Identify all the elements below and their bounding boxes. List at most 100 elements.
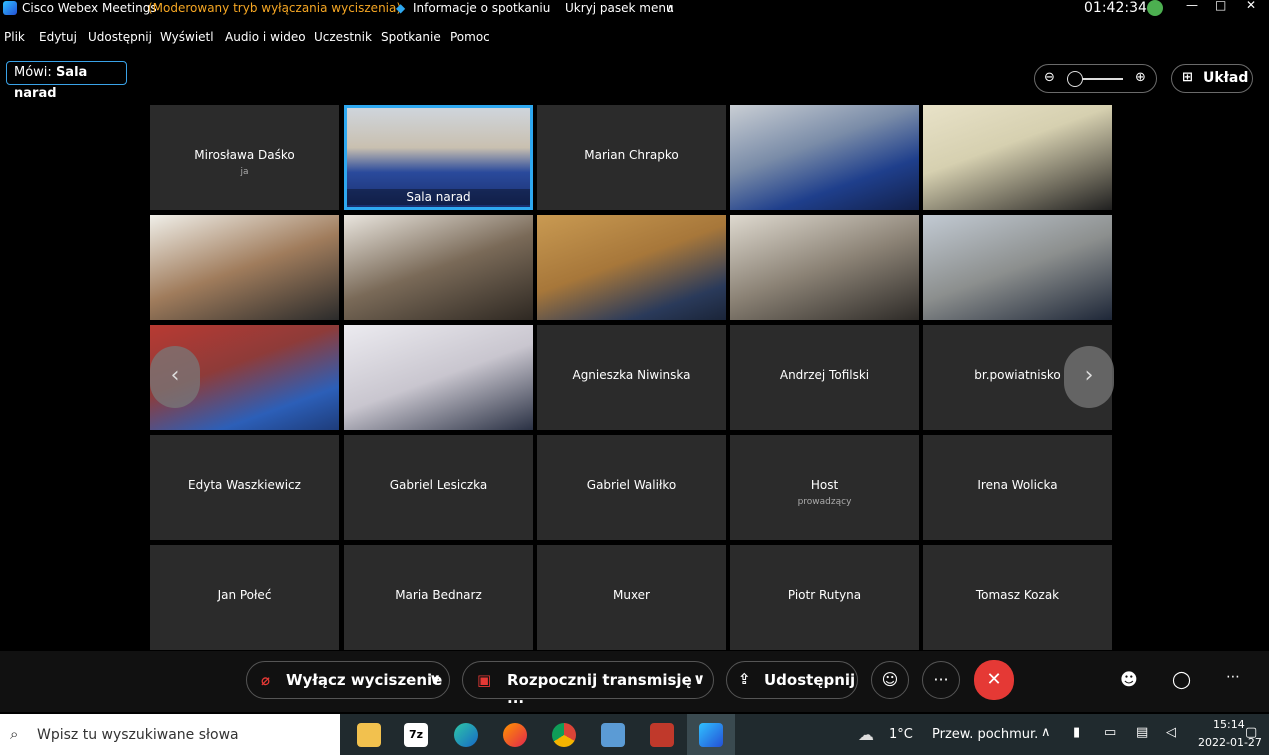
start-video-button[interactable]: ▣ Rozpocznij transmisję ... ∨	[462, 661, 714, 707]
menu-item-uczestnik[interactable]: Uczestnik	[314, 30, 372, 44]
participant-name: Agnieszka Niwinska	[572, 368, 691, 382]
zoom-control: ⊖ ⊕	[1034, 64, 1157, 93]
participant-tile[interactable]: Edyta Waszkiewicz	[150, 435, 339, 540]
participant-tile[interactable]: Andrzej Tofilski	[730, 325, 919, 430]
search-icon: ⌕	[10, 725, 19, 743]
participant-tile[interactable]	[344, 215, 533, 320]
active-speaker-indicator: Mówi: Sala narad	[6, 61, 127, 101]
participant-name: Host	[810, 478, 839, 492]
participant-tile[interactable]	[344, 325, 533, 430]
participant-tile[interactable]: Maria Bednarz	[344, 545, 533, 650]
participant-role: ja	[240, 167, 249, 177]
chat-icon[interactable]: ◯	[1172, 670, 1191, 690]
menu-item-udostepnij[interactable]: Udostępnij	[88, 30, 152, 44]
leave-meeting-button[interactable]: ✕	[974, 660, 1014, 700]
menu-item-spotkanie[interactable]: Spotkanie	[381, 30, 441, 44]
taskbar-time[interactable]: 15:14	[1213, 718, 1245, 731]
participant-name: Edyta Waszkiewicz	[188, 478, 301, 492]
layout-button-label: Układ	[1203, 70, 1249, 86]
windows-taskbar: ⌕ Wpisz tu wyszukiwane słowa 7z ☁ 1°C Pr…	[0, 714, 1269, 755]
menu-item-edytuj[interactable]: Edytuj	[39, 30, 77, 44]
participant-video	[923, 105, 1112, 210]
participant-tile[interactable]: Tomasz Kozak	[923, 545, 1112, 650]
participant-tile[interactable]: Gabriel Lesiczka	[344, 435, 533, 540]
layout-button[interactable]: ⊞ Układ	[1171, 64, 1253, 93]
participant-name: Andrzej Tofilski	[779, 368, 870, 382]
participant-tile[interactable]	[537, 215, 726, 320]
share-label: Udostępnij	[764, 671, 856, 689]
participant-video	[344, 215, 533, 320]
7zip-icon[interactable]: 7z	[404, 723, 428, 747]
weather-temp[interactable]: 1°C	[889, 727, 913, 742]
emoji-icon: ☺	[881, 670, 899, 689]
meeting-info-link[interactable]: Informacje o spotkaniu	[413, 1, 550, 15]
cloud-icon[interactable]: ☁	[858, 725, 874, 744]
menu-item-plik[interactable]: Plik	[4, 30, 25, 44]
participant-tile[interactable]: Muxer	[537, 545, 726, 650]
chevron-up-icon[interactable]: ∧	[666, 1, 675, 15]
participant-tile[interactable]	[150, 215, 339, 320]
participant-tile[interactable]: Irena Wolicka	[923, 435, 1112, 540]
participant-tile[interactable]: Sala narad	[344, 105, 533, 210]
connection-signal-icon[interactable]	[1147, 0, 1163, 16]
participant-tile[interactable]	[730, 215, 919, 320]
webex-taskbar-item[interactable]	[687, 714, 735, 755]
zoom-out-icon[interactable]: ⊖	[1044, 70, 1055, 85]
minimize-icon[interactable]: —	[1186, 0, 1198, 12]
app-red-icon[interactable]	[650, 723, 674, 747]
menu-item-pomoc[interactable]: Pomoc	[450, 30, 490, 44]
participant-name: Gabriel Waliłko	[586, 478, 677, 492]
more-panels-icon[interactable]: ⋯	[1226, 669, 1240, 685]
battery-icon[interactable]: ▭	[1104, 725, 1116, 740]
file-explorer-icon[interactable]	[357, 723, 381, 747]
chevron-down-icon[interactable]: ∨	[429, 670, 441, 688]
participant-name: Sala narad	[347, 189, 530, 205]
maximize-icon[interactable]: □	[1215, 0, 1226, 12]
participant-name: Tomasz Kozak	[975, 588, 1060, 602]
previous-page-button[interactable]: ‹	[150, 346, 200, 408]
participants-icon[interactable]: ☻	[1120, 670, 1138, 690]
participant-tile[interactable]	[730, 105, 919, 210]
microphone-icon[interactable]: ▮	[1073, 725, 1080, 740]
participant-tile[interactable]: Gabriel Waliłko	[537, 435, 726, 540]
zoom-slider-handle[interactable]	[1067, 71, 1083, 87]
mail-icon[interactable]	[601, 723, 625, 747]
participant-tile[interactable]: Agnieszka Niwinska	[537, 325, 726, 430]
chevron-down-icon[interactable]: ∨	[693, 670, 705, 688]
participant-tile[interactable]: Jan Połeć	[150, 545, 339, 650]
webex-icon	[699, 723, 723, 747]
firefox-icon[interactable]	[503, 723, 527, 747]
moderated-mode-label: (Moderowany tryb wyłączania wyciszenia)	[148, 1, 402, 15]
taskbar-search-box[interactable]: ⌕ Wpisz tu wyszukiwane słowa	[0, 714, 340, 755]
participant-name: Maria Bednarz	[395, 588, 482, 602]
participant-tile[interactable]: Marian Chrapko	[537, 105, 726, 210]
unmute-button[interactable]: ⌀ Wyłącz wyciszenie ∨	[246, 661, 450, 699]
chevron-right-icon: ›	[1084, 363, 1094, 388]
chevron-up-icon[interactable]: ∧	[1041, 725, 1051, 740]
participant-tile[interactable]: Host prowadzący	[730, 435, 919, 540]
close-icon[interactable]: ✕	[1246, 0, 1256, 12]
menu-item-wyswietl[interactable]: Wyświetl	[160, 30, 214, 44]
volume-icon[interactable]: ◁	[1166, 725, 1176, 740]
chrome-icon[interactable]	[552, 723, 576, 747]
share-button[interactable]: ⇪ Udostępnij	[726, 661, 858, 699]
unmute-label: Wyłącz wyciszenie	[286, 671, 443, 689]
edge-icon[interactable]	[454, 723, 478, 747]
zoom-in-icon[interactable]: ⊕	[1135, 70, 1146, 85]
notifications-icon[interactable]: ▢	[1245, 725, 1257, 740]
hide-menu-button[interactable]: Ukryj pasek menu	[565, 1, 674, 15]
network-icon[interactable]: ▤	[1136, 725, 1148, 740]
reactions-button[interactable]: ☺	[871, 661, 909, 699]
weather-text[interactable]: Przew. pochmur.	[932, 727, 1038, 742]
menu-item-audio-video[interactable]: Audio i wideo	[225, 30, 306, 44]
participant-video	[537, 215, 726, 320]
next-page-button[interactable]: ›	[1064, 346, 1114, 408]
participant-tile[interactable]: Piotr Rutyna	[730, 545, 919, 650]
menu-bar: Plik Edytuj Udostępnij Wyświetl Audio i …	[0, 26, 1269, 48]
participant-tile[interactable]: Mirosława Daśko ja	[150, 105, 339, 210]
participant-tile[interactable]	[923, 215, 1112, 320]
participant-tile[interactable]	[923, 105, 1112, 210]
close-icon: ✕	[986, 669, 1002, 690]
more-options-button[interactable]: ···	[922, 661, 960, 699]
app-name: Cisco Webex Meetings	[22, 1, 157, 15]
